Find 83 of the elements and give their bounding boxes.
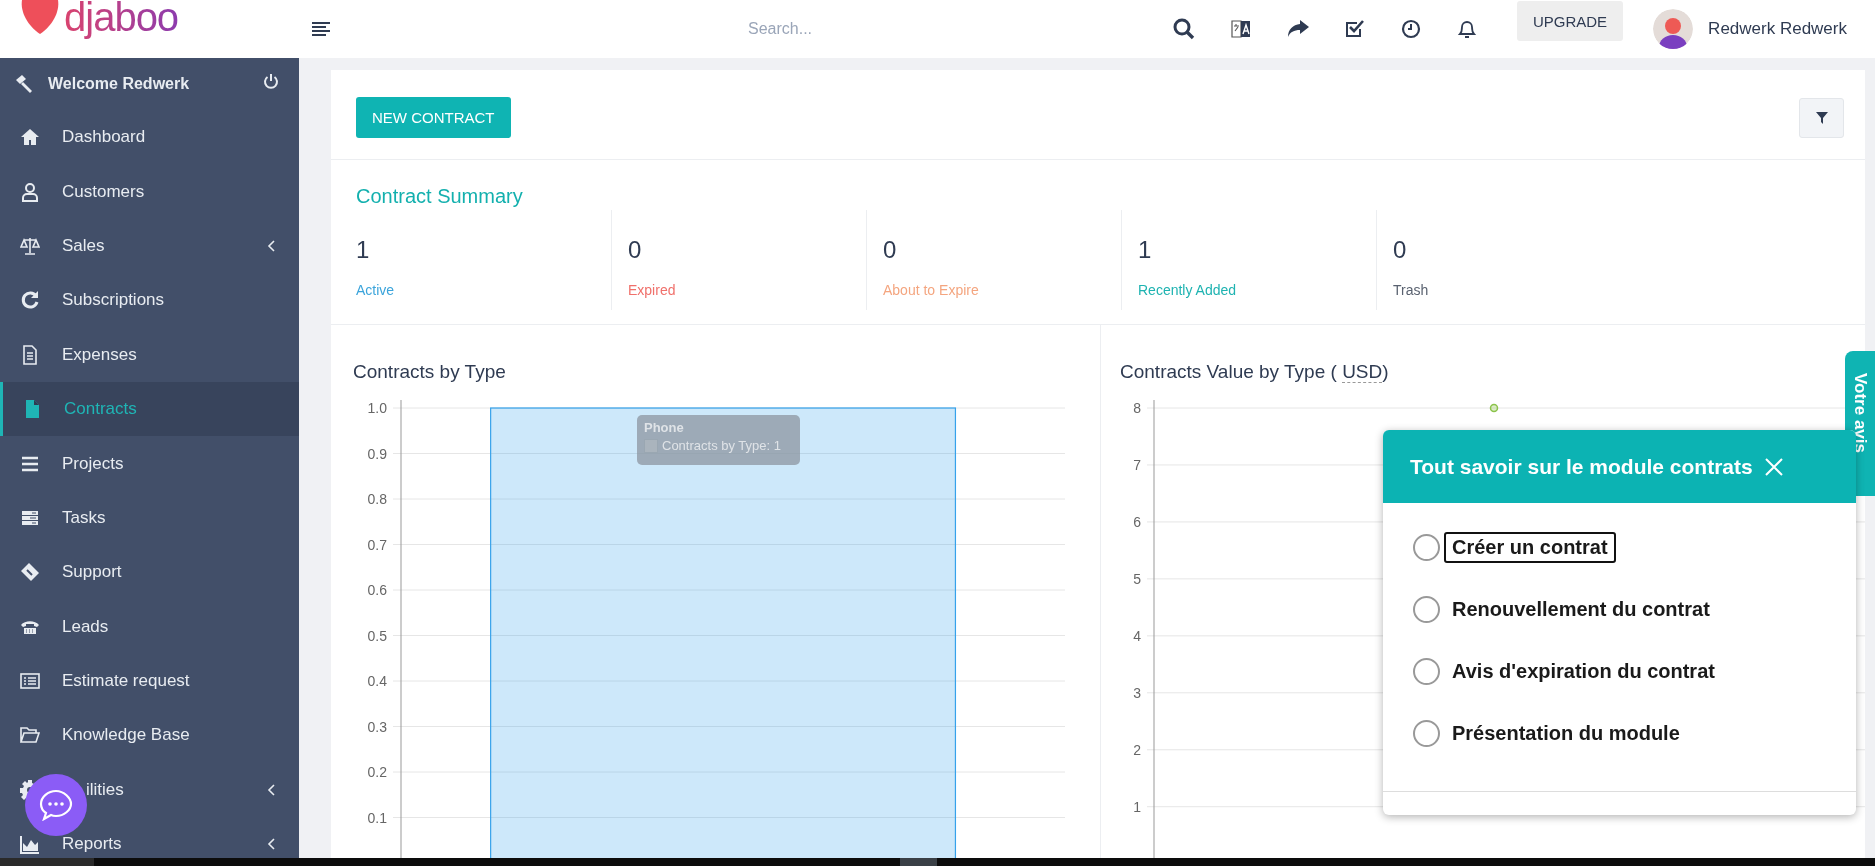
- stat-label[interactable]: Trash: [1393, 282, 1631, 298]
- power-icon[interactable]: [263, 73, 279, 89]
- sidebar-item[interactable]: Support: [0, 545, 299, 600]
- axis-tick-label: 0.7: [367, 536, 387, 553]
- axis-tick-label: 0.6: [367, 582, 387, 598]
- user-name[interactable]: Redwerk Redwerk: [1708, 19, 1847, 39]
- stat-count: 0: [883, 236, 898, 264]
- chart-title: Contracts by Type: [352, 360, 507, 384]
- close-icon[interactable]: [1764, 457, 1783, 476]
- axis-tick-label: 7: [1133, 456, 1141, 473]
- stat-count: 0: [628, 236, 643, 264]
- sidebar-item[interactable]: Dashboard: [0, 110, 299, 165]
- refresh-icon: [20, 290, 40, 311]
- axis-tick-label: 1.0: [367, 400, 387, 416]
- option-label[interactable]: Créer un contrat: [1444, 531, 1616, 563]
- axis-tick-label: 0.8: [367, 491, 387, 507]
- axis-tick-label: 6: [1133, 513, 1141, 530]
- home-icon: [20, 127, 40, 148]
- sidebar-item[interactable]: Estimate request: [0, 653, 299, 709]
- stat-count: 1: [1138, 236, 1153, 264]
- translate-icon[interactable]: [1230, 18, 1251, 40]
- radio-button[interactable]: [1413, 533, 1440, 561]
- chart-title-end: ): [1382, 361, 1389, 382]
- clock-icon[interactable]: [1400, 19, 1421, 39]
- scroll-bar[interactable]: [0, 858, 1875, 866]
- share-icon[interactable]: [1286, 20, 1309, 38]
- bell-icon[interactable]: [1456, 18, 1477, 40]
- option-label[interactable]: Avis d'expiration du contrat: [1444, 655, 1723, 687]
- tooltip-text: Contracts by Type: 1: [662, 438, 781, 453]
- folder-icon: [20, 725, 40, 746]
- radio-button[interactable]: [1413, 595, 1440, 623]
- summary-title: Contract Summary: [356, 184, 524, 209]
- axis-tick-label: 4: [1133, 627, 1141, 644]
- axis-tick-label: 0.9: [367, 445, 387, 462]
- stat-count: 1: [356, 236, 371, 264]
- sidebar-item[interactable]: Tasks: [0, 490, 299, 546]
- tooltip-title: Phone: [644, 420, 685, 435]
- axis-tick-label: 0.1: [367, 809, 387, 826]
- axis-tick-label: 1: [1133, 798, 1141, 815]
- scales-icon: [20, 235, 40, 256]
- option-label[interactable]: Renouvellement du contrat: [1444, 593, 1718, 625]
- upgrade-button[interactable]: UPGRADE: [1516, 1, 1624, 41]
- sidebar-item[interactable]: Leads: [0, 599, 299, 654]
- welcome-text: Welcome Redwerk: [48, 75, 191, 93]
- radio-button[interactable]: [1413, 657, 1440, 685]
- axis-tick-label: 2: [1133, 741, 1141, 758]
- axis-tick-label: 0.4: [367, 673, 387, 689]
- logo-icon: [20, 0, 60, 34]
- chart-title: Contracts Value by Type (: [1120, 361, 1337, 382]
- currency-label: USD: [1342, 361, 1383, 383]
- sidebar-item[interactable]: Reports: [0, 817, 299, 866]
- axis-tick-label: 8: [1133, 400, 1141, 416]
- menu-icon[interactable]: [312, 22, 330, 36]
- checkbox-icon[interactable]: [1344, 19, 1365, 39]
- filter-icon: [1815, 111, 1828, 124]
- sidebar-item[interactable]: Customers: [0, 164, 299, 219]
- chat-icon: [39, 789, 73, 821]
- document-icon: [20, 344, 40, 365]
- option-label[interactable]: Présentation du module: [1444, 717, 1688, 749]
- list-card-icon: [20, 671, 40, 692]
- axis-tick-label: 5: [1133, 570, 1141, 587]
- sidebar-item[interactable]: Sales: [0, 218, 299, 274]
- data-point: [1489, 403, 1499, 413]
- axis-tick-label: 0.5: [367, 627, 387, 644]
- sidebar-item[interactable]: Projects: [0, 436, 299, 491]
- radio-button[interactable]: [1413, 719, 1440, 747]
- sidebar-item[interactable]: Subscriptions: [0, 273, 299, 328]
- search-icon[interactable]: [1172, 18, 1195, 40]
- sidebar-item[interactable]: Knowledge Base: [0, 708, 299, 763]
- user-icon: [20, 181, 40, 202]
- popup-title: Tout savoir sur le module contrats: [1410, 454, 1753, 479]
- area-chart-icon: [20, 834, 40, 855]
- axis-tick-label: 3: [1133, 684, 1141, 701]
- ticket-icon: [20, 562, 40, 583]
- avatar-icon[interactable]: [1653, 9, 1694, 49]
- stat-count: 0: [1393, 236, 1408, 264]
- axis-tick-label: 0.2: [367, 764, 387, 780]
- sidebar-item[interactable]: Contracts: [0, 381, 299, 437]
- axis-tick-label: 0.3: [367, 718, 387, 735]
- sidebar-item[interactable]: Expenses: [0, 327, 299, 382]
- filter-button[interactable]: [1799, 97, 1844, 138]
- gavel-icon: [14, 74, 34, 94]
- search-field[interactable]: Search...: [748, 18, 1008, 40]
